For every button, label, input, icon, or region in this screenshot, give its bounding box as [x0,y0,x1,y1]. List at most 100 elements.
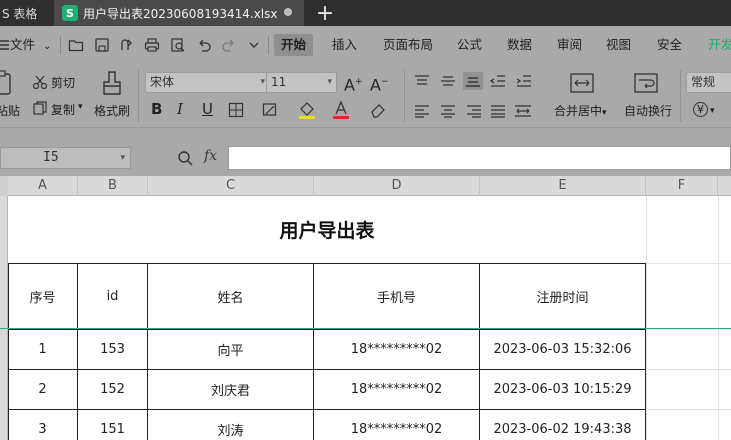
menu-tab-view[interactable]: 视图 [606,34,631,56]
clear-format-icon[interactable] [370,102,388,118]
align-left-icon[interactable] [414,104,430,118]
table-cell[interactable]: 2 [8,370,77,409]
borders-icon[interactable] [228,102,244,118]
paste-label[interactable]: 粘贴 [0,102,20,119]
merge-center-button[interactable]: 合并居中▾ [554,102,607,119]
header-cell-phone[interactable]: 手机号 [314,264,479,329]
column-header-c[interactable]: C [148,176,314,196]
fill-color-icon[interactable] [298,100,316,120]
print-icon[interactable] [144,37,160,53]
merge-center-icon[interactable] [569,72,595,94]
wrap-text-icon[interactable] [633,72,659,94]
chevron-down-icon[interactable]: ▾ [78,102,83,112]
ribbon-divider [404,70,405,122]
number-format-select[interactable]: 常规 [686,72,731,93]
table-cell[interactable]: 18*********02 [314,410,479,440]
header-cell-id[interactable]: id [78,264,147,329]
table-cell[interactable]: 3 [8,410,77,440]
column-header-b[interactable]: B [78,176,148,196]
column-header-f[interactable]: F [646,176,718,196]
name-box[interactable]: I5 ▾ [0,147,131,169]
cell-style-icon[interactable] [262,102,278,118]
table-cell[interactable]: 151 [78,410,147,440]
align-right-icon[interactable] [466,104,482,118]
row-headers[interactable] [0,196,8,440]
table-cell[interactable]: 152 [78,370,147,409]
format-painter-icon[interactable] [100,70,124,96]
font-color-icon[interactable] [332,100,350,120]
table-cell[interactable]: 刘庆君 [148,370,313,409]
menu-tab-start[interactable]: 开始 [274,34,314,56]
wrap-text-button[interactable]: 自动换行 [624,102,672,119]
underline-button[interactable]: U [202,100,213,118]
cut-button[interactable]: 剪切 [51,74,75,91]
redo-icon[interactable] [221,37,237,53]
align-bottom-icon[interactable] [463,72,483,90]
menu-tab-data[interactable]: 数据 [507,34,532,56]
table-cell[interactable]: 1 [8,330,77,369]
copy-icon[interactable] [32,100,48,116]
font-name-select[interactable]: 宋体 ▾ [145,72,270,93]
insert-function-button[interactable]: fx [204,148,217,164]
chevron-down-icon: ▾ [710,106,715,116]
decrease-font-size-icon[interactable]: A− [370,73,389,94]
column-header-e[interactable]: E [480,176,646,196]
menu-tab-page-layout[interactable]: 页面布局 [383,34,433,56]
tab-spreadsheet-home[interactable]: S 表格 [0,0,54,26]
align-middle-icon[interactable] [440,74,456,88]
menu-tab-review[interactable]: 审阅 [557,34,582,56]
table-cell[interactable]: 向平 [148,330,313,369]
zoom-search-icon[interactable] [177,150,193,166]
column-header-d[interactable]: D [314,176,480,196]
table-cell[interactable]: 18*********02 [314,370,479,409]
new-tab-button[interactable]: + [310,0,340,26]
more-chevron-icon[interactable] [246,37,262,53]
tab-document[interactable]: S 用户导出表20230608193414.xlsx [54,0,304,26]
header-cell-register-time[interactable]: 注册时间 [480,264,645,329]
header-cell-index[interactable]: 序号 [8,264,77,329]
decrease-indent-icon[interactable] [490,74,506,88]
number-format-value: 常规 [691,75,716,89]
align-top-icon[interactable] [414,74,430,88]
table-cell[interactable]: 2023-06-02 19:43:38 [480,410,645,440]
sheet-title[interactable]: 用户导出表 [8,196,646,263]
worksheet-grid[interactable]: 用户导出表 序号 id 姓名 手机号 注册时间 1 153 向平 18*****… [8,196,731,440]
undo-icon[interactable] [196,37,212,53]
paste-icon[interactable] [0,70,14,96]
menu-tab-insert[interactable]: 插入 [332,34,357,56]
column-header-a[interactable]: A [8,176,78,196]
spreadsheet-app-icon: S [62,5,78,21]
table-cell[interactable]: 刘涛 [148,410,313,440]
menu-tab-security[interactable]: 安全 [657,34,682,56]
open-folder-icon[interactable] [68,37,84,53]
unsaved-dot-icon[interactable] [284,8,292,16]
currency-format-button[interactable]: ¥ ▾ [693,102,715,117]
export-icon[interactable] [119,37,135,53]
table-cell[interactable]: 2023-06-03 10:15:29 [480,370,645,409]
justify-icon[interactable] [490,104,506,118]
menu-tab-formula[interactable]: 公式 [457,34,482,56]
select-all-corner[interactable] [0,176,8,196]
table-cell[interactable]: 18*********02 [314,330,479,369]
font-size-select[interactable]: 11 ▾ [266,72,337,93]
menu-bar: 文件 ⌄ 开始 插入 页面布局 公式 数据 审阅 视图 安全 开发 [0,26,731,64]
bold-button[interactable]: B [151,100,162,118]
print-preview-icon[interactable] [170,37,186,53]
italic-button[interactable]: I [177,100,183,118]
scissors-icon[interactable] [32,74,48,90]
align-center-icon[interactable] [440,104,456,118]
header-cell-name[interactable]: 姓名 [148,264,313,329]
menu-tab-developer[interactable]: 开发 [708,34,731,56]
copy-button[interactable]: 复制 [51,101,75,118]
distributed-align-icon[interactable] [514,104,532,118]
save-icon[interactable] [94,37,110,53]
menu-divider [268,36,269,54]
column-headers: A B C D E F [0,176,731,196]
file-menu[interactable]: 文件 ⌄ [10,34,51,56]
format-painter-label[interactable]: 格式刷 [94,102,130,119]
table-cell[interactable]: 2023-06-03 15:32:06 [480,330,645,369]
increase-indent-icon[interactable] [516,74,532,88]
table-cell[interactable]: 153 [78,330,147,369]
formula-input[interactable] [228,146,731,170]
increase-font-size-icon[interactable]: A+ [344,73,363,94]
